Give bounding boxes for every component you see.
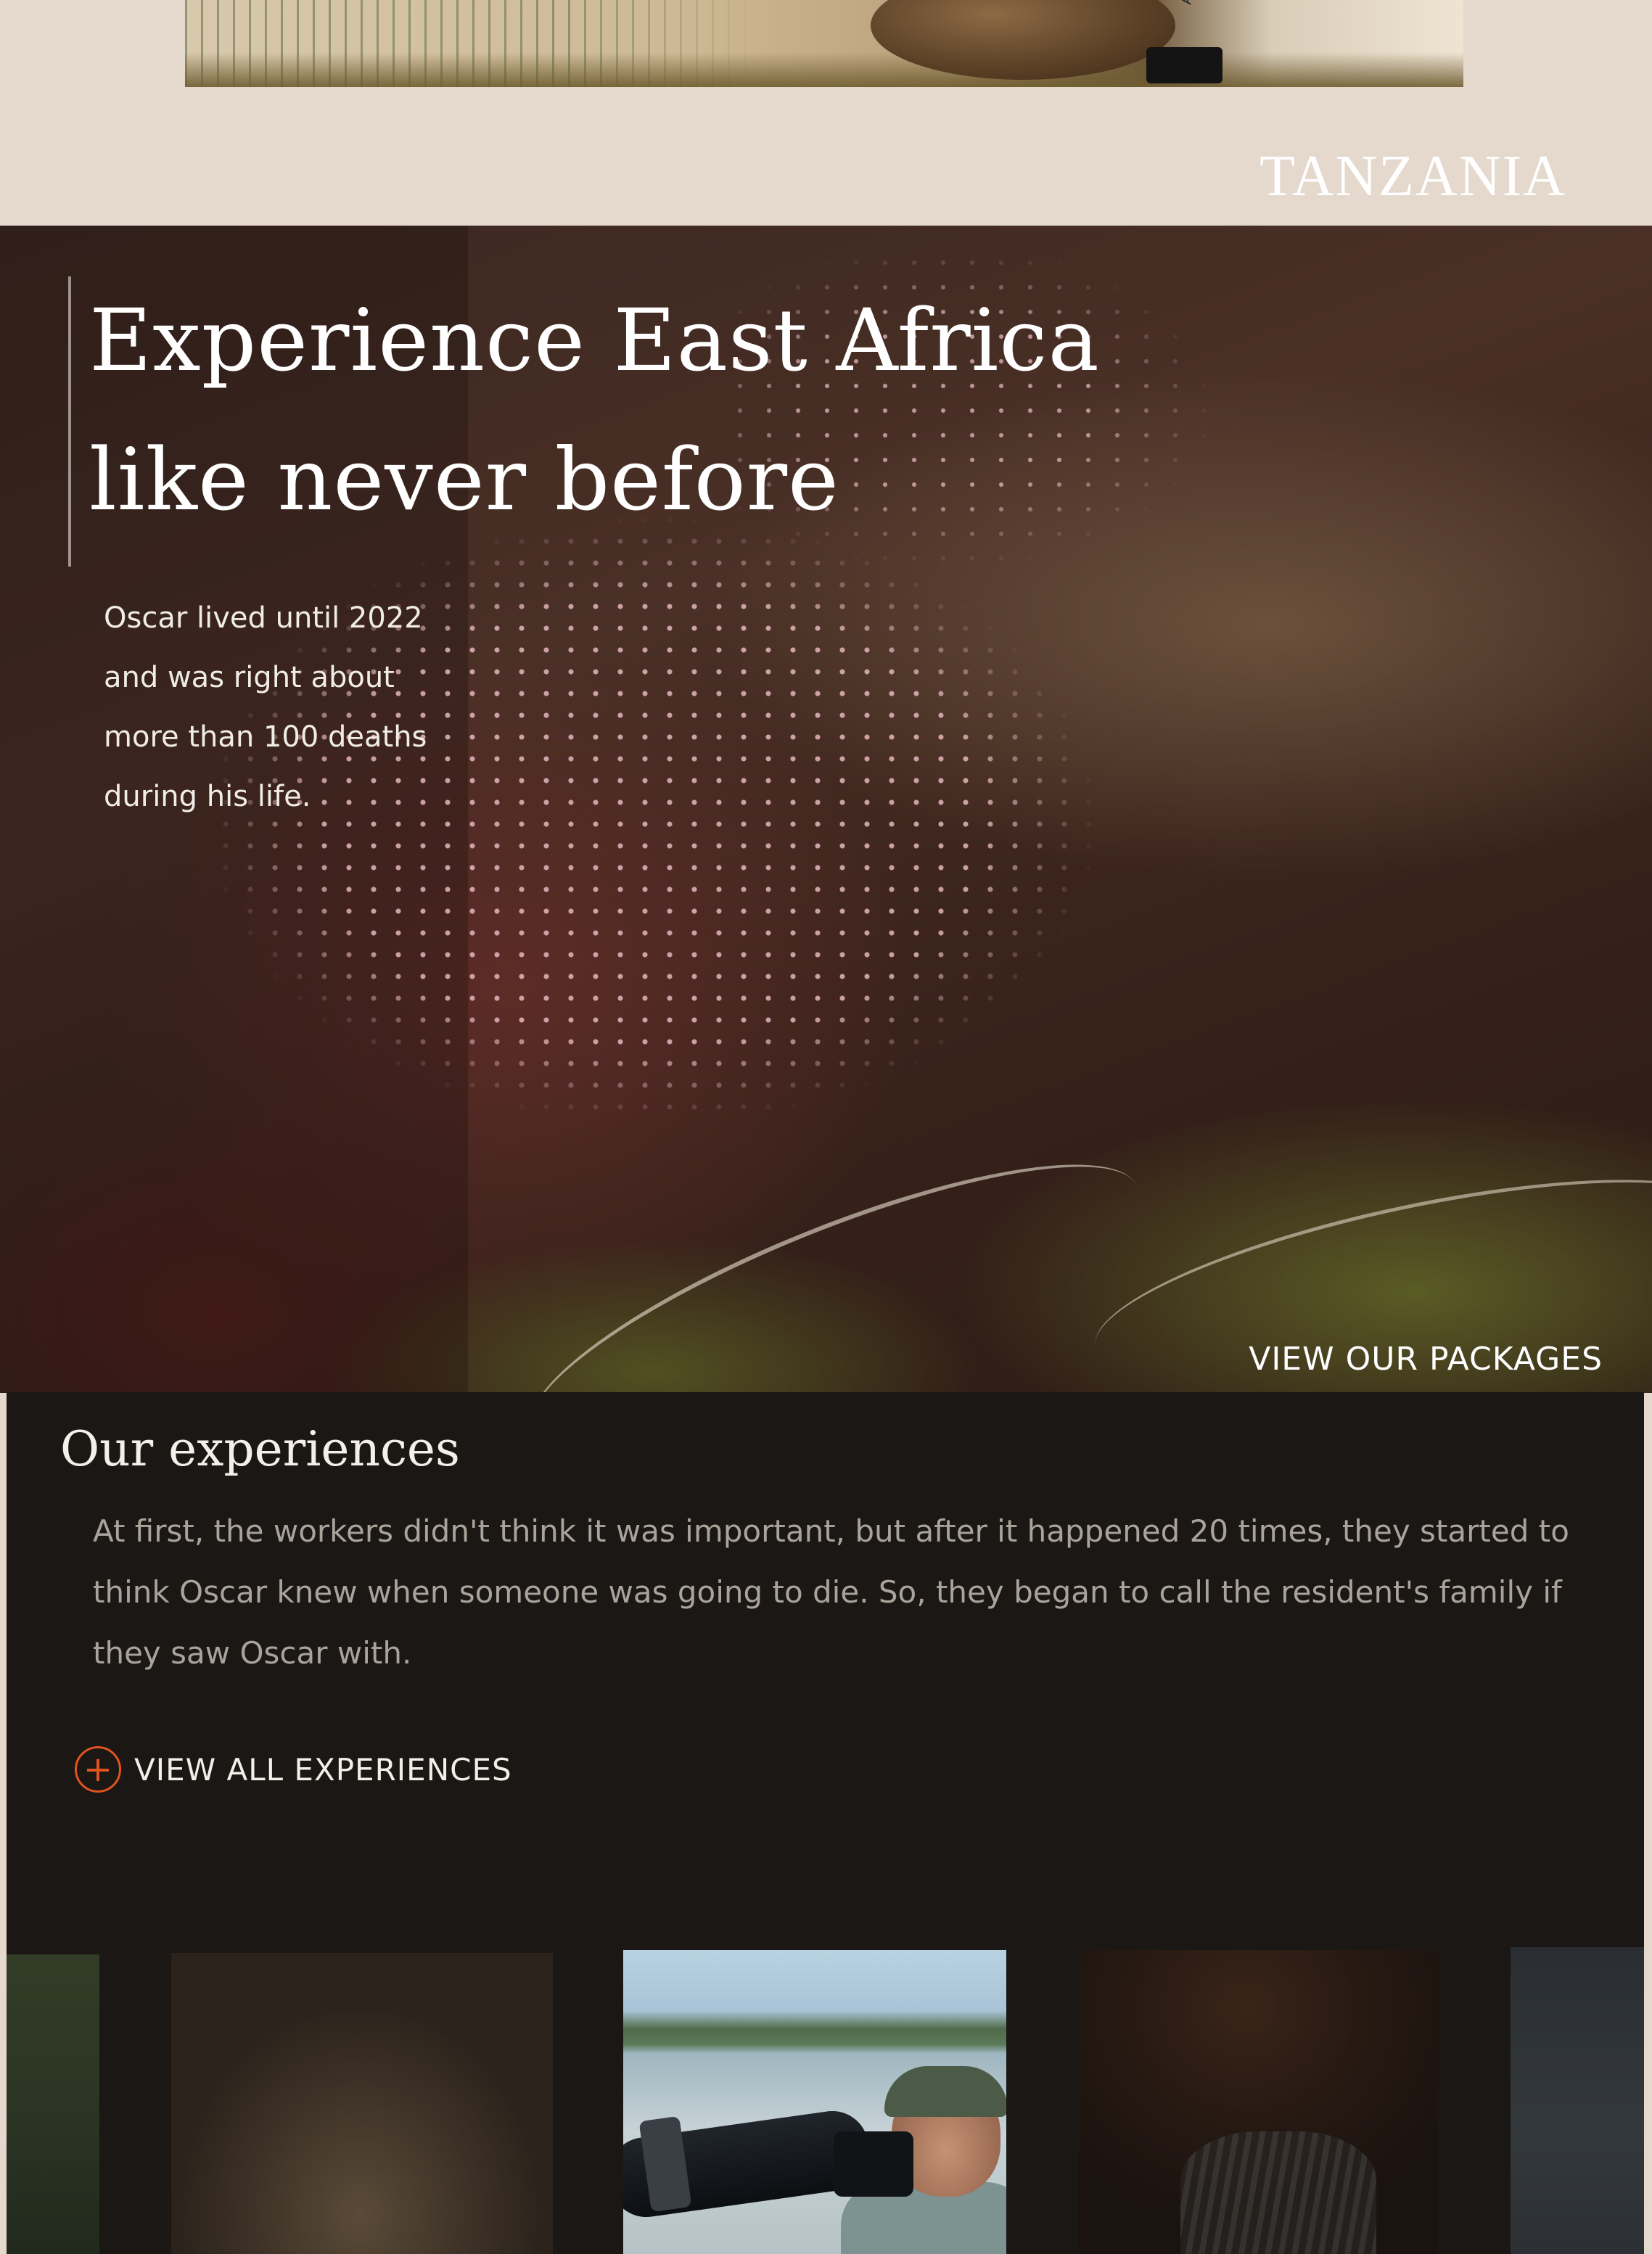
experience-card-elephant[interactable]	[1511, 1947, 1644, 2254]
view-all-experiences-button[interactable]: + VIEW ALL EXPERIENCES	[75, 1746, 512, 1793]
view-packages-link[interactable]: VIEW OUR PACKAGES	[1249, 1341, 1603, 1378]
experiences-text: At first, the workers didn't think it wa…	[93, 1513, 1569, 1671]
photo-ground	[185, 52, 1463, 87]
experience-card-rhino[interactable]	[171, 1953, 553, 2254]
hero-text: Oscar lived until 2022 and was right abo…	[104, 601, 427, 813]
hero-title-rule	[68, 276, 71, 567]
photographer-cap	[884, 2066, 1006, 2117]
zebra-shape	[1180, 2131, 1376, 2254]
experience-card-grass[interactable]	[7, 1954, 99, 2254]
experience-card-photographer[interactable]	[623, 1950, 1006, 2254]
brand-name: TANZANIA	[1259, 144, 1566, 208]
hero-title: Experience East Africa like never before	[89, 290, 1100, 530]
experience-card-zebra[interactable]	[1079, 1950, 1437, 2254]
hero-section: Experience East Africa like never before…	[0, 226, 1652, 1393]
top-banner-photo: Photo	[185, 0, 1463, 87]
experiences-section: Our experiences At first, the workers di…	[7, 1392, 1644, 2254]
view-all-experiences-label: VIEW ALL EXPERIENCES	[134, 1751, 512, 1788]
camera-body	[834, 2131, 913, 2197]
plus-circle-icon: +	[75, 1746, 121, 1793]
photo-object	[1146, 47, 1222, 83]
experiences-title: Our experiences	[60, 1421, 460, 1477]
